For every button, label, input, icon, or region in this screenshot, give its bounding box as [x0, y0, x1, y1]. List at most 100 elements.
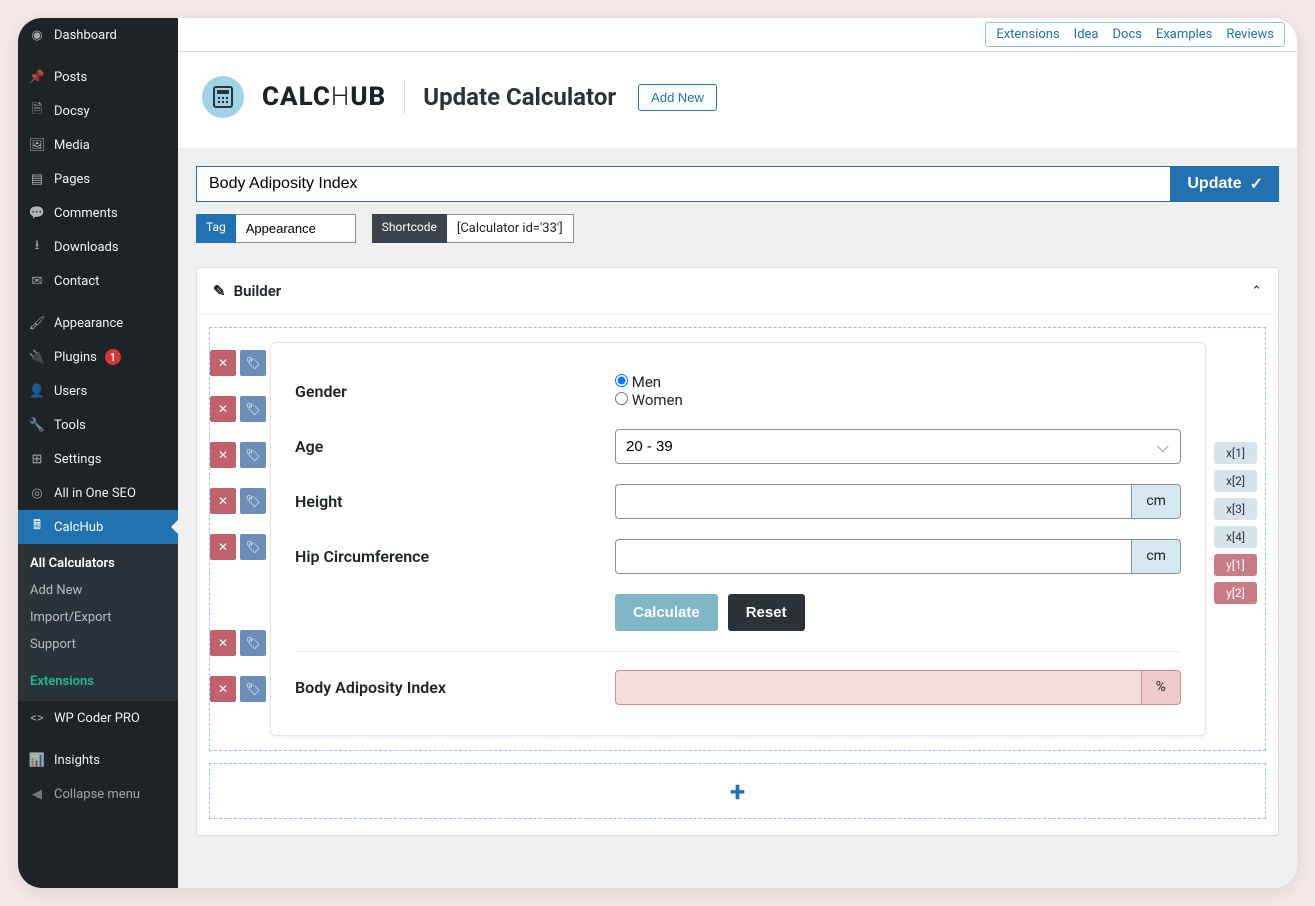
- var-chip-x4[interactable]: x[4]: [1214, 526, 1257, 548]
- panel-header[interactable]: ✎ Builder ⌃: [197, 268, 1278, 315]
- sidebar-item-appearance[interactable]: 🖌Appearance: [18, 306, 178, 340]
- sidebar-item-calchub[interactable]: 🖩CalcHub: [18, 510, 178, 544]
- chart-icon: 📊: [28, 751, 46, 769]
- var-chip-y2[interactable]: y[2]: [1214, 582, 1257, 604]
- hip-input[interactable]: [615, 539, 1131, 574]
- delete-row-button[interactable]: ✕: [210, 534, 236, 560]
- sidebar-item-settings[interactable]: ⊞Settings: [18, 442, 178, 476]
- height-input[interactable]: [615, 484, 1131, 519]
- plug-icon: 🔌: [28, 348, 46, 366]
- radio-men[interactable]: [615, 374, 628, 387]
- sidebar-item-contact[interactable]: ✉ Contact: [18, 264, 178, 298]
- delete-row-button[interactable]: ✕: [210, 442, 236, 468]
- hip-label: Hip Circumference: [295, 547, 595, 566]
- sidebar-item-comments[interactable]: 💬Comments: [18, 196, 178, 230]
- update-label: Update: [1187, 175, 1241, 193]
- reset-button[interactable]: Reset: [728, 594, 805, 631]
- content-scroll: Update✓ Tag Shortcode [Calculator id='33…: [178, 148, 1297, 888]
- sidebar-label: Contact: [54, 274, 99, 289]
- submenu-add-new[interactable]: Add New: [18, 577, 178, 604]
- pencil-icon: ✎: [213, 282, 226, 300]
- height-unit: cm: [1131, 484, 1181, 519]
- submenu-support[interactable]: Support: [18, 631, 178, 658]
- sidebar-item-plugins[interactable]: 🔌Plugins1: [18, 340, 178, 374]
- comment-icon: 💬: [28, 204, 46, 222]
- var-chip-x2[interactable]: x[2]: [1214, 470, 1257, 492]
- topnav-docs[interactable]: Docs: [1113, 27, 1142, 42]
- panel-title: ✎ Builder: [213, 282, 281, 300]
- download-icon: ⭳: [28, 238, 46, 256]
- tag-row-button[interactable]: 🏷: [240, 534, 266, 560]
- delete-row-button[interactable]: ✕: [210, 630, 236, 656]
- seo-icon: ◎: [28, 484, 46, 502]
- var-chip-y1[interactable]: y[1]: [1214, 554, 1257, 576]
- sidebar-item-downloads[interactable]: ⭳Downloads: [18, 230, 178, 264]
- tag-row-button[interactable]: 🏷: [240, 488, 266, 514]
- user-icon: 👤: [28, 382, 46, 400]
- sidebar-label: Media: [54, 138, 90, 153]
- sidebar-item-pages[interactable]: ▤Pages: [18, 162, 178, 196]
- sidebar-label: All in One SEO: [54, 486, 136, 501]
- delete-row-button[interactable]: ✕: [210, 396, 236, 422]
- collapse-menu[interactable]: ◀Collapse menu: [18, 777, 178, 811]
- tag-row-button[interactable]: 🏷: [240, 630, 266, 656]
- radio-women[interactable]: [615, 392, 628, 405]
- add-block-button[interactable]: +: [209, 763, 1266, 819]
- plus-icon: +: [730, 775, 745, 808]
- gender-women-option[interactable]: Women: [615, 391, 1181, 409]
- gender-men-option[interactable]: Men: [615, 373, 1181, 391]
- sidebar-item-docsy[interactable]: 🗎Docsy: [18, 94, 178, 128]
- calculate-button[interactable]: Calculate: [615, 594, 718, 631]
- delete-row-button[interactable]: ✕: [210, 350, 236, 376]
- envelope-icon: ✉: [28, 272, 46, 290]
- delete-row-button[interactable]: ✕: [210, 676, 236, 702]
- topnav-examples[interactable]: Examples: [1156, 27, 1212, 42]
- tag-label: Tag: [196, 214, 236, 243]
- sidebar-item-wpcoder[interactable]: <>WP Coder PRO: [18, 701, 178, 735]
- tag-input[interactable]: [236, 214, 356, 243]
- var-chip-x1[interactable]: x[1]: [1214, 442, 1257, 464]
- add-new-button[interactable]: Add New: [638, 84, 717, 111]
- tag-row-button[interactable]: 🏷: [240, 442, 266, 468]
- chevron-up-icon[interactable]: ⌃: [1251, 284, 1262, 299]
- brand-text: CALCHUB: [262, 82, 386, 112]
- shortcode-group: Shortcode [Calculator id='33']: [372, 214, 574, 243]
- age-label: Age: [295, 437, 595, 456]
- delete-row-button[interactable]: ✕: [210, 488, 236, 514]
- topnav-reviews[interactable]: Reviews: [1226, 27, 1274, 42]
- submenu-all-calculators[interactable]: All Calculators: [18, 550, 178, 577]
- sidebar-label: Appearance: [54, 316, 123, 331]
- sidebar-item-insights[interactable]: 📊Insights: [18, 743, 178, 777]
- sidebar-item-seo[interactable]: ◎ All in One SEO: [18, 476, 178, 510]
- age-select[interactable]: 20 - 39: [615, 429, 1181, 464]
- update-button[interactable]: Update✓: [1171, 166, 1279, 202]
- shortcode-label: Shortcode: [372, 214, 447, 243]
- sidebar-item-posts[interactable]: 📌Posts: [18, 60, 178, 94]
- height-label: Height: [295, 492, 595, 511]
- media-icon: 🖼: [28, 136, 46, 154]
- tag-row-button[interactable]: 🏷: [240, 396, 266, 422]
- title-row: Update✓: [196, 166, 1279, 202]
- var-chip-x3[interactable]: x[3]: [1214, 498, 1257, 520]
- topnav-extensions[interactable]: Extensions: [996, 27, 1059, 42]
- sidebar-label: Tools: [54, 418, 86, 433]
- divider: [404, 80, 405, 114]
- sidebar-item-dashboard[interactable]: ◉ Dashboard: [18, 18, 178, 52]
- page-title: Update Calculator: [423, 83, 616, 111]
- sidebar-label: Posts: [54, 70, 87, 85]
- submenu-import-export[interactable]: Import/Export: [18, 604, 178, 631]
- tag-row-button[interactable]: 🏷: [240, 350, 266, 376]
- builder-panel: ✎ Builder ⌃ ✕🏷 ✕🏷 ✕🏷 ✕🏷 ✕🏷 ✕🏷 ✕🏷: [196, 267, 1279, 836]
- submenu-extensions[interactable]: Extensions: [18, 668, 178, 695]
- sidebar-item-users[interactable]: 👤Users: [18, 374, 178, 408]
- panel-title-text: Builder: [234, 282, 282, 300]
- tag-row-button[interactable]: 🏷: [240, 676, 266, 702]
- builder-body: ✕🏷 ✕🏷 ✕🏷 ✕🏷 ✕🏷 ✕🏷 ✕🏷 Gender: [209, 327, 1266, 751]
- sidebar-item-media[interactable]: 🖼 Media: [18, 128, 178, 162]
- sidebar-item-tools[interactable]: 🔧Tools: [18, 408, 178, 442]
- sidebar-label: CalcHub: [54, 520, 103, 535]
- calculator-title-input[interactable]: [196, 166, 1171, 202]
- topnav-idea[interactable]: Idea: [1074, 27, 1099, 42]
- shortcode-value[interactable]: [Calculator id='33']: [447, 214, 574, 243]
- hip-unit: cm: [1131, 539, 1181, 574]
